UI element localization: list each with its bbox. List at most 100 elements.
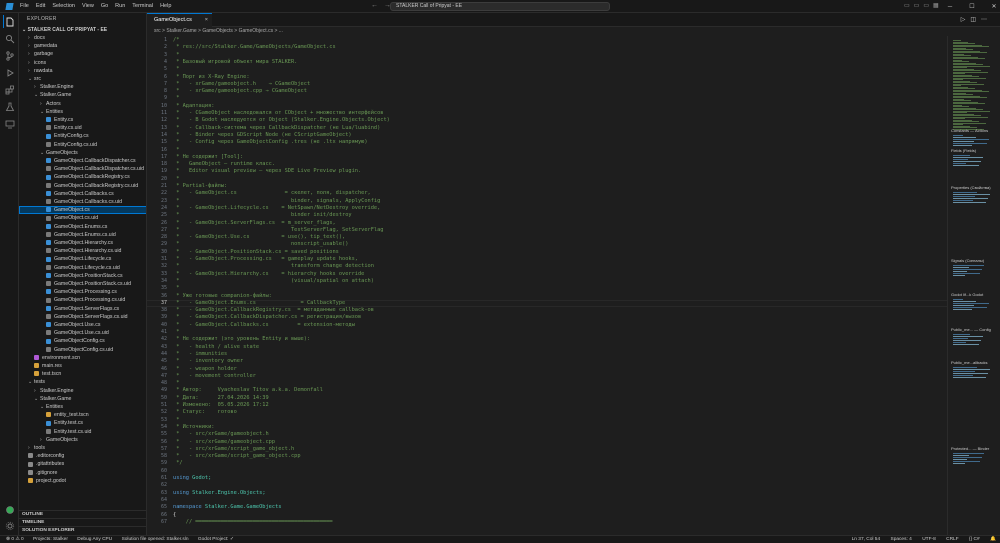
tree-file[interactable]: GameObject.Hierarchy.cs [19,239,146,247]
build-config-indicator[interactable]: Debug Any CPU [77,537,112,542]
indentation[interactable]: Spaces: 4 [891,537,912,542]
split-editor-icon[interactable]: ◫ [970,17,981,23]
menu-view[interactable]: View [82,3,94,9]
tree-file[interactable]: GameObject.ServerFlags.cs.uid [19,313,146,321]
account-icon[interactable] [3,503,16,516]
menu-run[interactable]: Run [115,3,125,9]
tree-file[interactable]: Entity.cs [19,116,146,124]
tree-folder[interactable]: › Actors [19,100,146,108]
tree-file[interactable]: GameObject.CallbackRegistry.cs.uid [19,182,146,190]
source-control-icon[interactable] [3,49,16,62]
problems-indicator[interactable]: ⊗ 0 ⚠ 0 [6,537,24,542]
explorer-icon[interactable] [3,15,16,28]
tree-folder[interactable]: › GameObjects [19,436,146,444]
tree-file[interactable]: GameObject.PositionStack.cs.uid [19,280,146,288]
language-mode[interactable]: {} C# [969,537,980,542]
tree-folder[interactable]: › Stalker.Engine [19,83,146,91]
testing-icon[interactable] [3,100,16,113]
tree-file[interactable]: GameObjectConfig.cs.uid [19,346,146,354]
tree-folder[interactable]: ⌄ tests [19,378,146,386]
godot-project-status[interactable]: Godot Project: ✓ [198,537,234,542]
tree-folder[interactable]: › garbage [19,50,146,58]
more-actions-icon[interactable]: ⋯ [981,17,992,23]
menu-terminal[interactable]: Terminal [132,3,153,9]
tree-file[interactable]: environment.scn [19,354,146,362]
command-center-search[interactable]: STALKER Call of Pripyat - EE [390,2,610,11]
tree-file[interactable]: .gitattributes [19,460,146,468]
tree-file[interactable]: entity_test.tscn [19,411,146,419]
tree-folder[interactable]: ⌄ Stalker.Game [19,395,146,403]
tree-folder[interactable]: › gamedata [19,42,146,50]
search-icon[interactable] [3,32,16,45]
minimize-icon[interactable]: ─ [944,4,956,10]
tree-file[interactable]: Entity.test.cs [19,419,146,427]
toggle-panel-icon[interactable]: ▭ [914,3,924,9]
tree-folder[interactable]: ⌄ Entities [19,403,146,411]
tree-file[interactable]: GameObject.Use.cs [19,321,146,329]
tree-file[interactable]: GameObjectConfig.cs [19,337,146,345]
tree-file[interactable]: GameObject.Processing.cs.uid [19,296,146,304]
maximize-icon[interactable]: ☐ [966,3,978,10]
close-tab-icon[interactable]: × [205,14,208,27]
back-arrow-icon[interactable]: ← [371,2,384,9]
tree-folder[interactable]: ⌄ Entities [19,108,146,116]
menu-file[interactable]: File [20,3,29,9]
tree-folder[interactable]: › docs [19,34,146,42]
section-outline[interactable]: OUTLINE [19,510,146,518]
code-editor[interactable]: 1 /* 2 * res://src/Stalker.Game/GameObject… [147,36,947,535]
tree-file[interactable]: GameObject.CallbackRegistry.cs [19,173,146,181]
tree-folder[interactable]: ⌄ src [19,75,146,83]
tree-file[interactable]: .gitignore [19,469,146,477]
run-icon[interactable]: ▷ [961,17,971,23]
solution-status[interactable]: Solution file opened: Stalker.sln [122,537,189,542]
tree-file[interactable]: GameObject.Processing.cs [19,288,146,296]
tree-file[interactable]: EntityConfig.cs [19,132,146,140]
project-root[interactable]: ⌄ STALKER CALL OF PRIPYAT - EE [19,26,146,34]
tab-gameobject-cs[interactable]: GameObject.cs × [147,13,212,27]
tree-folder[interactable]: ⌄ Stalker.Game [19,91,146,99]
tree-file[interactable]: EntityConfig.cs.uid [19,141,146,149]
tree-folder[interactable]: › tools [19,444,146,452]
tree-file[interactable]: GameObject.Hierarchy.cs.uid [19,247,146,255]
line-ending[interactable]: CRLF [946,537,959,542]
tree-file[interactable]: GameObject.Enums.cs [19,223,146,231]
extensions-icon[interactable] [3,83,16,96]
tree-file[interactable]: GameObject.CallbackDispatcher.cs [19,157,146,165]
close-window-icon[interactable]: ✕ [988,3,1000,10]
section-timeline[interactable]: TIMELINE [19,518,146,526]
tree-file[interactable]: GameObject.CallbackDispatcher.cs.uid [19,165,146,173]
settings-gear-icon[interactable] [3,519,16,532]
toggle-sidebar-icon[interactable]: ▭ [904,3,914,9]
run-debug-icon[interactable] [3,66,16,79]
tree-file[interactable]: GameObject.Use.cs.uid [19,329,146,337]
minimap[interactable]: Constants — Actions Fields (Fields) Proper… [947,36,1000,535]
tree-file[interactable]: GameObject.Callbacks.cs [19,190,146,198]
remote-explorer-icon[interactable] [3,117,16,130]
notifications-bell-icon[interactable]: 🔔 [990,537,996,542]
tree-file[interactable]: Entity.cs.uid [19,124,146,132]
tree-file[interactable]: Entity.test.cs.uid [19,428,146,436]
menu-help[interactable]: Help [160,3,171,9]
menu-selection[interactable]: Selection [52,3,75,9]
tree-file[interactable]: test.tscn [19,370,146,378]
menu-edit[interactable]: Edit [36,3,45,9]
tree-file[interactable]: GameObject.ServerFlags.cs [19,305,146,313]
tree-folder[interactable]: › Stalker.Engine [19,387,146,395]
menu-go[interactable]: Go [101,3,108,9]
tree-file[interactable]: GameObject.Lifecycle.cs [19,255,146,263]
tree-file[interactable]: .editorconfig [19,452,146,460]
tree-file[interactable]: GameObject.cs [19,206,146,215]
tree-file[interactable]: GameObject.Callbacks.cs.uid [19,198,146,206]
tree-file[interactable]: GameObject.PositionStack.cs [19,272,146,280]
tree-file[interactable]: main.res [19,362,146,370]
project-indicator[interactable]: Projects: Stalker [33,537,68,542]
tree-file[interactable]: GameObject.cs.uid [19,214,146,222]
tree-file[interactable]: GameObject.Lifecycle.cs.uid [19,264,146,272]
tree-folder[interactable]: › rawdata [19,67,146,75]
tree-file[interactable]: project.godot [19,477,146,485]
tree-folder[interactable]: › icons [19,59,146,67]
encoding[interactable]: UTF-8 [922,537,936,542]
tree-folder[interactable]: ⌄ GameObjects [19,149,146,157]
tree-file[interactable]: GameObject.Enums.cs.uid [19,231,146,239]
toggle-secondary-sidebar-icon[interactable]: ▭ [923,3,933,9]
